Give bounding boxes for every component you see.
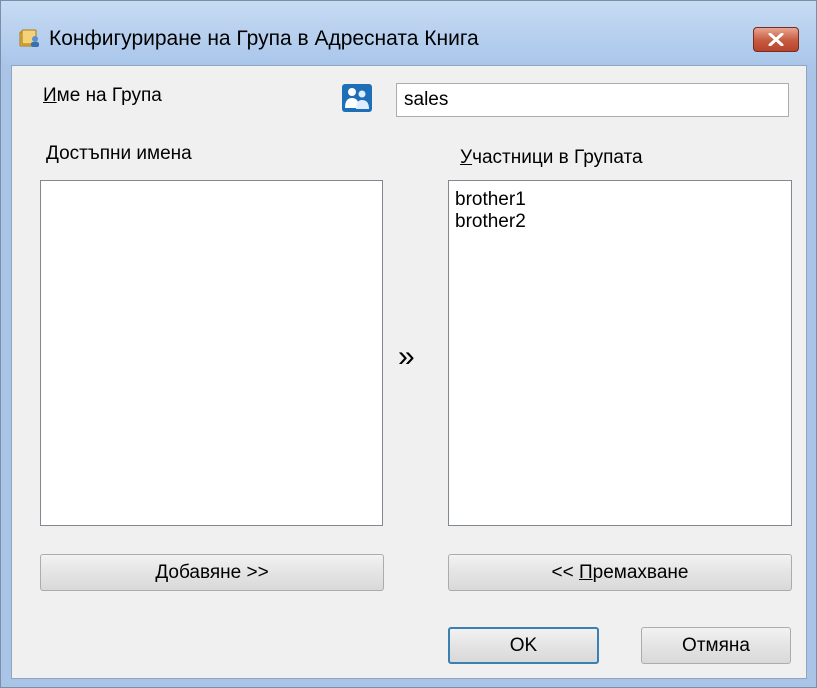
- group-members-label: Участници в Групата: [460, 147, 643, 168]
- close-button[interactable]: [753, 27, 799, 52]
- available-names-list[interactable]: [40, 180, 383, 526]
- group-name-label: Име на Група: [43, 85, 162, 106]
- address-book-icon: [19, 29, 39, 47]
- dialog-body: Име на Група Достъпни имена Участници в …: [11, 65, 807, 679]
- group-members-list[interactable]: brother1 brother2: [448, 180, 792, 526]
- transfer-arrow-icon: »: [398, 340, 415, 373]
- window-title: Конфигуриране на Група в Адресната Книга: [49, 27, 479, 50]
- list-item[interactable]: brother1: [449, 189, 791, 211]
- list-item[interactable]: brother2: [449, 211, 791, 233]
- group-name-input[interactable]: [396, 83, 789, 117]
- title-bar[interactable]: Конфигуриране на Група в Адресната Книга: [1, 1, 816, 65]
- group-people-icon[interactable]: [342, 84, 372, 112]
- dialog-window: Конфигуриране на Група в Адресната Книга…: [0, 0, 817, 688]
- remove-button[interactable]: << Премахване: [448, 554, 792, 591]
- close-icon: [768, 33, 784, 46]
- ok-button[interactable]: OK: [448, 627, 599, 664]
- available-names-label: Достъпни имена: [46, 143, 192, 164]
- add-button[interactable]: Добавяне >>: [40, 554, 384, 591]
- cancel-button[interactable]: Отмяна: [641, 627, 791, 664]
